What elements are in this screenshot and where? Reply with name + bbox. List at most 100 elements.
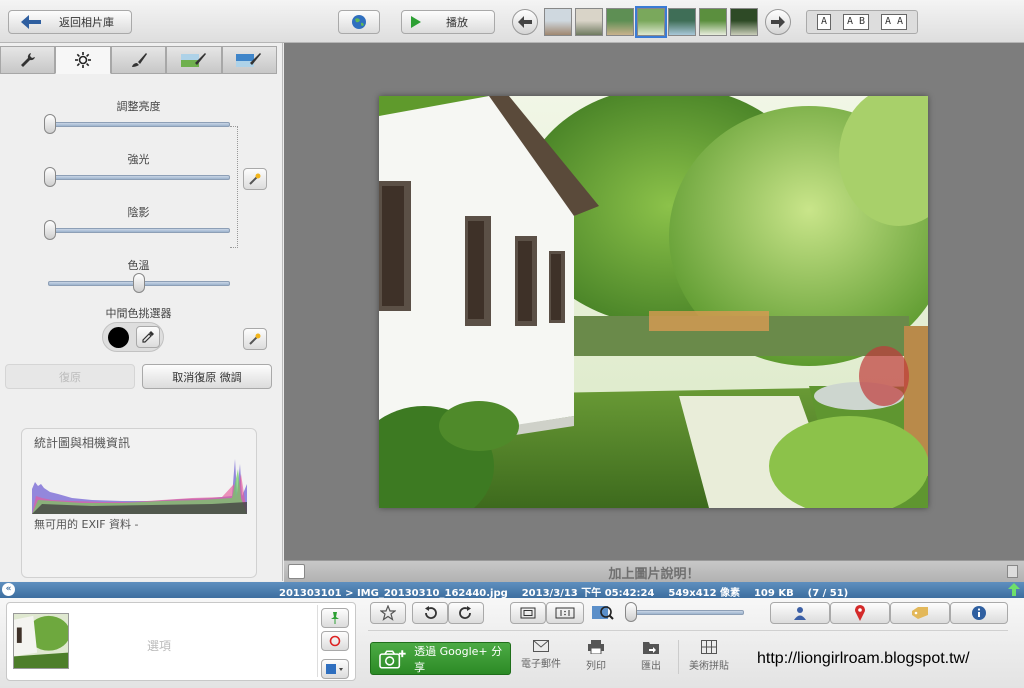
- tab-more-effects[interactable]: [166, 46, 222, 74]
- tab-extra-effects[interactable]: [221, 46, 278, 74]
- tab-effects[interactable]: [110, 46, 167, 74]
- filmstrip-thumbnail[interactable]: [575, 8, 603, 36]
- action-divider: [678, 640, 679, 674]
- location-button[interactable]: [830, 602, 890, 624]
- edit-tabs: [0, 46, 278, 74]
- zoom-icon: [592, 606, 614, 620]
- highlights-slider-handle[interactable]: [44, 167, 56, 187]
- album-icon: [326, 664, 343, 674]
- collage-label: 美術拼貼: [689, 661, 729, 672]
- slideshow-play-button[interactable]: 播放: [401, 10, 495, 34]
- tab-basic-fixes[interactable]: [0, 46, 56, 74]
- text-size-large-button[interactable]: A A: [880, 14, 907, 30]
- arrow-left-icon: [518, 16, 532, 28]
- share-label: 透過 Google+ 分享: [414, 644, 503, 674]
- filmstrip-thumbnail[interactable]: [699, 8, 727, 36]
- people-button[interactable]: [770, 602, 830, 624]
- map-pin-icon: [855, 605, 865, 621]
- back-to-library-button[interactable]: 返回相片庫: [8, 10, 132, 34]
- collapse-icon[interactable]: «: [2, 583, 15, 596]
- printer-icon: [588, 640, 604, 654]
- filmstrip-thumbnail[interactable]: [544, 8, 572, 36]
- clear-icon: [329, 635, 341, 647]
- neutral-picker-label: 中間色挑選器: [105, 307, 172, 320]
- highlights-slider[interactable]: [48, 175, 230, 180]
- rotate-right-button[interactable]: [448, 602, 484, 624]
- rotate-left-icon: [425, 606, 437, 619]
- magic-wand-icon: [249, 173, 261, 185]
- color-temp-slider-handle[interactable]: [133, 273, 145, 293]
- top-toolbar: 返回相片庫 播放 A A B A A: [0, 0, 1024, 43]
- actual-size-button[interactable]: [546, 602, 584, 624]
- tray-actions: [317, 605, 351, 679]
- caption-input[interactable]: 加上圖片說明！: [284, 563, 1024, 582]
- shadows-slider[interactable]: [48, 228, 230, 233]
- main-photo[interactable]: [379, 96, 928, 508]
- info-button[interactable]: [950, 602, 1008, 624]
- fit-to-screen-button[interactable]: [510, 602, 546, 624]
- color-temp-label: 色溫: [127, 259, 150, 272]
- filmstrip-thumbnail[interactable]: [606, 8, 634, 36]
- export-folder-icon: [643, 642, 659, 654]
- filmstrip-thumbnail[interactable]: [635, 6, 667, 38]
- share-google-plus-button[interactable]: 透過 Google+ 分享: [370, 642, 511, 675]
- brightness-slider[interactable]: [48, 122, 230, 127]
- tray-thumbnail[interactable]: [13, 613, 69, 669]
- auto-light-button[interactable]: [243, 168, 267, 190]
- bottom-panel: 選項 透過 Google+ 分享 電子郵件 列印 匯出 美術拼貼 http://…: [0, 598, 1024, 688]
- histogram-graph: [32, 459, 247, 514]
- album-dropdown-button[interactable]: [321, 659, 349, 679]
- histogram-title: 統計圖與相機資訊: [34, 436, 131, 450]
- magic-wand-icon: [249, 333, 261, 345]
- geotag-button[interactable]: [338, 10, 380, 34]
- photo-tray: 選項: [6, 602, 356, 681]
- zoom-slider[interactable]: [628, 610, 744, 615]
- filmstrip-thumbnail[interactable]: [730, 8, 758, 36]
- auto-light-bracket: [230, 126, 238, 248]
- tab-tuning[interactable]: [55, 46, 111, 74]
- selected-color-swatch: [108, 327, 129, 348]
- shadows-slider-handle[interactable]: [44, 220, 56, 240]
- export-button[interactable]: 匯出: [623, 640, 679, 672]
- sun-icon: [75, 52, 92, 68]
- tags-button[interactable]: [890, 602, 950, 624]
- fit-screen-icon: [520, 607, 536, 619]
- arrow-up-icon[interactable]: [1008, 583, 1020, 596]
- photo-info-text: 201303101 > IMG_20130310_162440.jpg 2013…: [279, 588, 849, 599]
- pin-button[interactable]: [321, 608, 349, 628]
- rotate-left-button[interactable]: [412, 602, 448, 624]
- previous-photo-button[interactable]: [512, 9, 538, 35]
- sky-brush-icon: [236, 53, 262, 67]
- brightness-slider-handle[interactable]: [44, 114, 56, 134]
- text-size-small-button[interactable]: A: [816, 14, 831, 30]
- auto-color-button[interactable]: [243, 328, 267, 350]
- eyedropper-button[interactable]: [136, 326, 160, 348]
- zoom-slider-handle[interactable]: [625, 602, 637, 622]
- filmstrip-thumbnail[interactable]: [668, 8, 696, 36]
- collage-button[interactable]: 美術拼貼: [681, 640, 737, 672]
- clear-tray-button[interactable]: [321, 631, 349, 651]
- print-label: 列印: [586, 661, 606, 672]
- arrow-right-icon: [771, 16, 785, 28]
- histogram-panel: 統計圖與相機資訊 無可用的 EXIF 資料 -: [21, 428, 257, 578]
- info-icon: [972, 606, 986, 620]
- brush-icon: [131, 53, 147, 67]
- email-button[interactable]: 電子郵件: [513, 640, 569, 670]
- undo-tuning-button[interactable]: 取消復原 微調: [142, 364, 272, 389]
- landscape-brush-icon: [180, 53, 206, 67]
- play-icon: [411, 16, 421, 28]
- rotate-right-icon: [459, 606, 471, 619]
- exif-info-text: 無可用的 EXIF 資料 -: [34, 518, 139, 531]
- neutral-color-picker: [102, 322, 164, 352]
- pin-icon: [331, 612, 339, 624]
- next-photo-button[interactable]: [765, 9, 791, 35]
- revert-button[interactable]: 復原: [5, 364, 135, 389]
- trash-icon[interactable]: [1007, 565, 1018, 578]
- star-button[interactable]: [370, 602, 406, 624]
- toolbar-divider: [368, 630, 1008, 631]
- collage-icon: [701, 640, 717, 654]
- print-button[interactable]: 列印: [568, 640, 624, 672]
- text-size-toggle: A A B A A: [806, 10, 918, 34]
- info-bar: « 201303101 > IMG_20130310_162440.jpg 20…: [0, 582, 1024, 599]
- text-size-medium-button[interactable]: A B: [842, 14, 869, 30]
